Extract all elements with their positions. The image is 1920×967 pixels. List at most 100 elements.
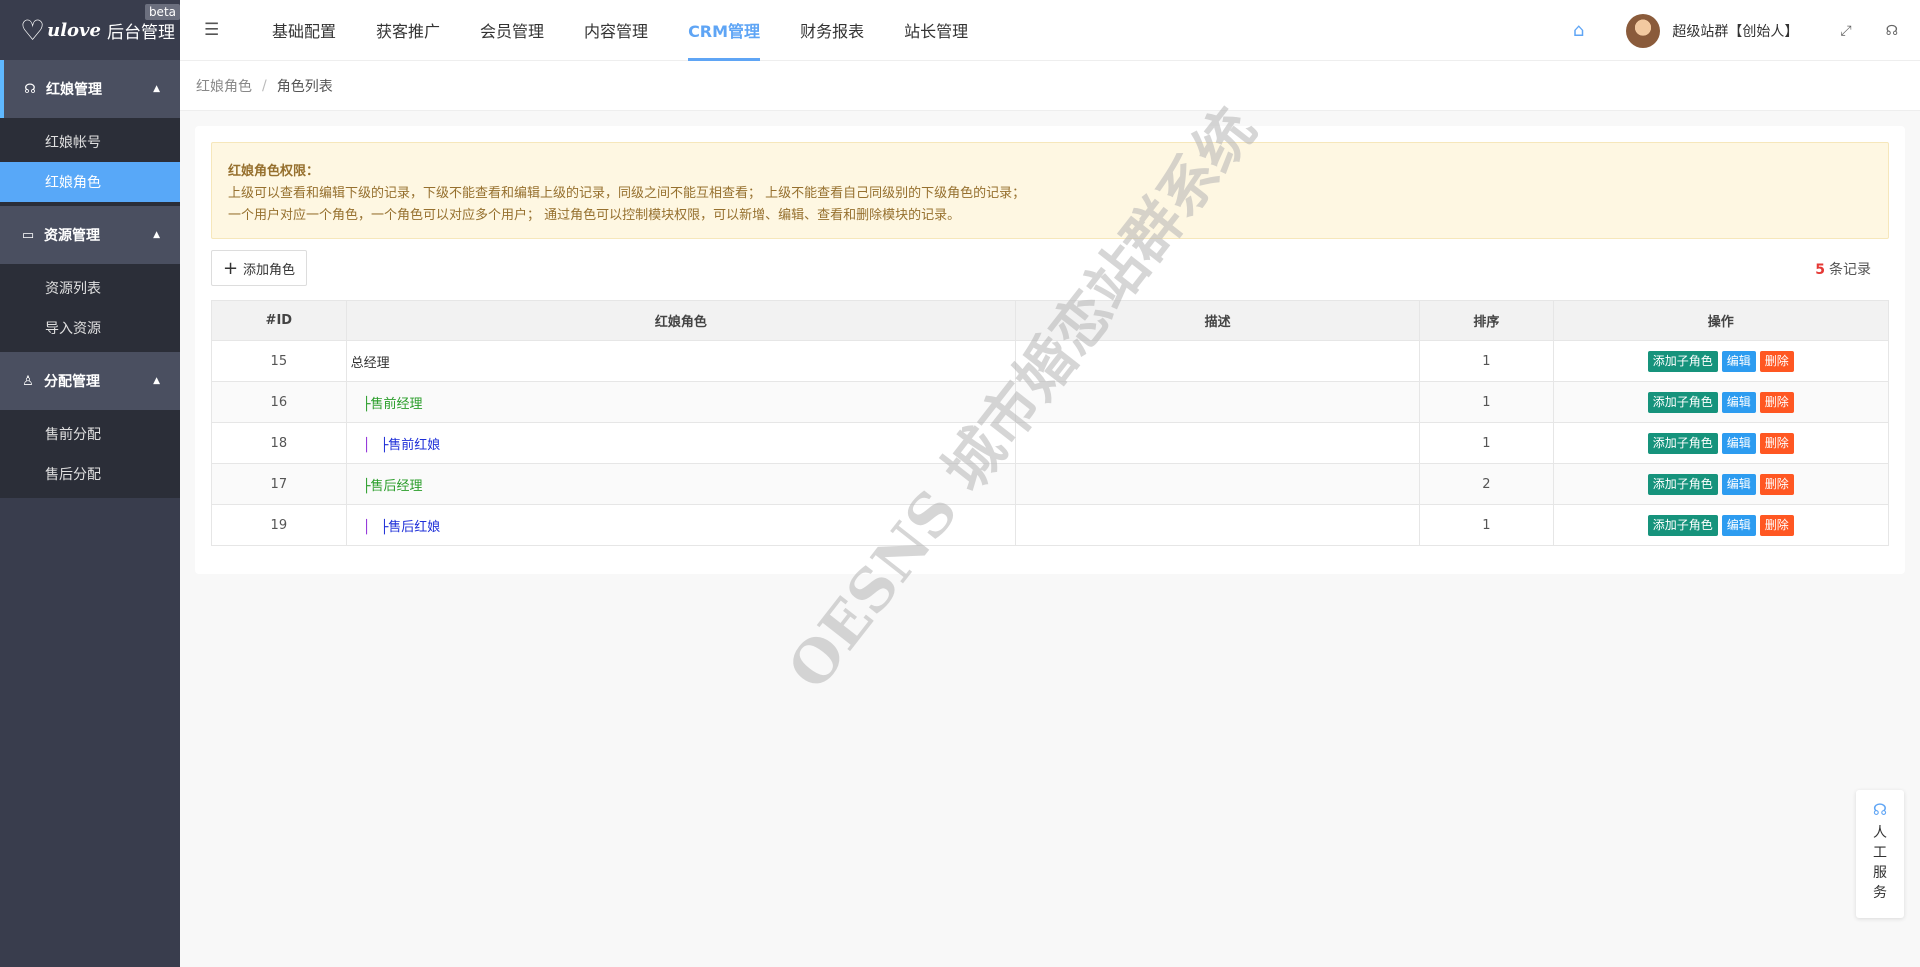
- cell-id: 19: [211, 504, 347, 546]
- add-role-label: 添加角色: [243, 262, 296, 278]
- header-role: 红娘角色: [345, 300, 1017, 341]
- table-row: 16 ├售前经理 1 添加子角色 编辑 删除: [211, 381, 1890, 423]
- menu-head-label: 分配管理: [44, 374, 100, 390]
- heart-logo-icon: ♡: [20, 13, 46, 47]
- menu-group-resources: ▭ 资源管理 ▲ 资源列表 导入资源: [0, 206, 180, 352]
- table-row: 19 │ ├售后红娘 1 添加子角色 编辑 删除: [211, 504, 1890, 546]
- menu-toggle-icon[interactable]: ☰: [204, 20, 232, 40]
- role-name: 总经理: [350, 355, 390, 371]
- cell-role: │ ├售后红娘: [345, 504, 1017, 546]
- menu-head-label: 红娘管理: [46, 82, 102, 98]
- breadcrumb-separator: /: [262, 77, 267, 94]
- sidebar-item-presale-allocation[interactable]: 售前分配: [0, 414, 180, 454]
- notice-line-2: 一个用户对应一个角色，一个角色可以对应多个用户； 通过角色可以控制模块权限，可以…: [228, 208, 961, 223]
- headset-icon: ☊: [24, 81, 36, 97]
- cell-desc: [1015, 504, 1421, 546]
- brand-script: ulove: [47, 19, 101, 41]
- header-sort: 排序: [1419, 300, 1554, 341]
- record-count: 5 条记录: [1815, 259, 1871, 279]
- brand-logo[interactable]: ♡ ulove 后台管理 beta: [0, 0, 180, 60]
- add-child-role-button[interactable]: 添加子角色: [1647, 432, 1718, 454]
- cell-id: 18: [211, 422, 347, 464]
- cell-desc: [1015, 422, 1421, 464]
- menu-head-resources[interactable]: ▭ 资源管理 ▲: [0, 206, 180, 264]
- caret-up-icon: ▲: [153, 84, 160, 94]
- role-name: 售前经理: [370, 396, 423, 412]
- fullscreen-icon[interactable]: ⤢: [1840, 23, 1851, 39]
- cell-desc: [1015, 340, 1421, 382]
- nav-item-content[interactable]: 内容管理: [564, 0, 668, 61]
- delete-button[interactable]: 删除: [1759, 391, 1794, 413]
- cell-desc: [1015, 463, 1421, 505]
- edit-button[interactable]: 编辑: [1721, 473, 1756, 495]
- cell-sort: 1: [1419, 340, 1554, 382]
- sidebar-item-import-resources[interactable]: 导入资源: [0, 308, 180, 348]
- notice-line-1: 上级可以查看和编辑下级的记录，下级不能查看和编辑上级的记录，同级之间不能互相查看…: [228, 186, 1026, 201]
- user-name[interactable]: 超级站群【创始人】: [1672, 21, 1798, 41]
- breadcrumb-current: 角色列表: [276, 78, 333, 95]
- sidebar-item-matchmaker-roles[interactable]: 红娘角色: [0, 162, 180, 202]
- cell-actions: 添加子角色 编辑 删除: [1552, 504, 1890, 546]
- edit-button[interactable]: 编辑: [1721, 514, 1756, 536]
- breadcrumb-parent[interactable]: 红娘角色: [196, 76, 252, 96]
- edit-button[interactable]: 编辑: [1721, 432, 1756, 454]
- sidebar: ♡ ulove 后台管理 beta ☊ 红娘管理 ▲ 红娘帐号 红娘角色 ▭ 资…: [0, 0, 180, 967]
- delete-button[interactable]: 删除: [1759, 514, 1794, 536]
- tree-bar-icon: │: [362, 437, 371, 453]
- notice-title: 红娘角色权限：: [228, 164, 320, 179]
- sidebar-item-aftersale-allocation[interactable]: 售后分配: [0, 454, 180, 494]
- delete-button[interactable]: 删除: [1759, 432, 1794, 454]
- sidebar-item-resource-list[interactable]: 资源列表: [0, 268, 180, 308]
- cell-desc: [1015, 381, 1421, 423]
- menu-head-label: 资源管理: [44, 228, 100, 244]
- brand-title: 后台管理: [106, 22, 175, 43]
- home-icon[interactable]: ⌂: [1573, 20, 1584, 41]
- topbar: ☰ 基础配置 获客推广 会员管理 内容管理 CRM管理 财务报表 站长管理 ⌂ …: [180, 0, 1920, 61]
- table-row: 17 ├售后经理 2 添加子角色 编辑 删除: [211, 463, 1890, 505]
- add-child-role-button[interactable]: 添加子角色: [1647, 514, 1718, 536]
- add-child-role-button[interactable]: 添加子角色: [1647, 350, 1718, 372]
- cell-actions: 添加子角色 编辑 删除: [1552, 422, 1890, 464]
- customer-service-float[interactable]: ☊ 人工服务: [1856, 790, 1904, 918]
- menu-head-allocation[interactable]: ♙ 分配管理 ▲: [0, 352, 180, 410]
- nav-item-acquisition[interactable]: 获客推广: [356, 0, 460, 61]
- headset-icon: ☊: [1872, 800, 1888, 819]
- cell-id: 15: [211, 340, 347, 382]
- cell-sort: 1: [1419, 504, 1554, 546]
- avatar[interactable]: [1626, 13, 1661, 48]
- role-name: 售后经理: [370, 478, 423, 494]
- nav-item-basic-config[interactable]: 基础配置: [252, 0, 356, 61]
- breadcrumb: 红娘角色 / 角色列表: [180, 61, 1920, 111]
- caret-up-icon: ▲: [153, 230, 160, 240]
- menu-head-matchmaker[interactable]: ☊ 红娘管理 ▲: [0, 60, 180, 118]
- nav-item-webmaster[interactable]: 站长管理: [884, 0, 988, 61]
- plus-icon: +: [222, 257, 239, 279]
- cell-actions: 添加子角色 编辑 删除: [1552, 340, 1890, 382]
- record-count-suffix: 条记录: [1829, 262, 1871, 278]
- folder-icon: ▭: [21, 227, 35, 243]
- cell-actions: 添加子角色 编辑 删除: [1552, 381, 1890, 423]
- header-id: #ID: [211, 300, 347, 341]
- add-child-role-button[interactable]: 添加子角色: [1647, 473, 1718, 495]
- table-row: 18 │ ├售前红娘 1 添加子角色 编辑 删除: [211, 422, 1890, 464]
- add-role-button[interactable]: + 添加角色: [211, 250, 307, 286]
- edit-button[interactable]: 编辑: [1721, 350, 1756, 372]
- cell-role: ├售后经理: [345, 463, 1017, 505]
- nav-item-members[interactable]: 会员管理: [460, 0, 564, 61]
- add-child-role-button[interactable]: 添加子角色: [1647, 391, 1718, 413]
- top-right-tools: ⌂ 超级站群【创始人】 ⤢ ☊: [1573, 0, 1920, 61]
- sidebar-item-matchmaker-accounts[interactable]: 红娘帐号: [0, 122, 180, 162]
- nav-item-finance[interactable]: 财务报表: [780, 0, 884, 61]
- edit-button[interactable]: 编辑: [1721, 391, 1756, 413]
- headphones-icon[interactable]: ☊: [1886, 23, 1898, 39]
- top-nav: 基础配置 获客推广 会员管理 内容管理 CRM管理 财务报表 站长管理: [252, 0, 988, 61]
- delete-button[interactable]: 删除: [1759, 350, 1794, 372]
- role-name: 售前红娘: [388, 437, 441, 453]
- delete-button[interactable]: 删除: [1759, 473, 1794, 495]
- nav-item-crm[interactable]: CRM管理: [668, 0, 780, 61]
- cell-actions: 添加子角色 编辑 删除: [1552, 463, 1890, 505]
- cell-role: ├售前经理: [345, 381, 1017, 423]
- tree-bar-icon: │: [362, 519, 371, 535]
- user-icon: ♙: [22, 373, 34, 389]
- header-desc: 描述: [1015, 300, 1421, 341]
